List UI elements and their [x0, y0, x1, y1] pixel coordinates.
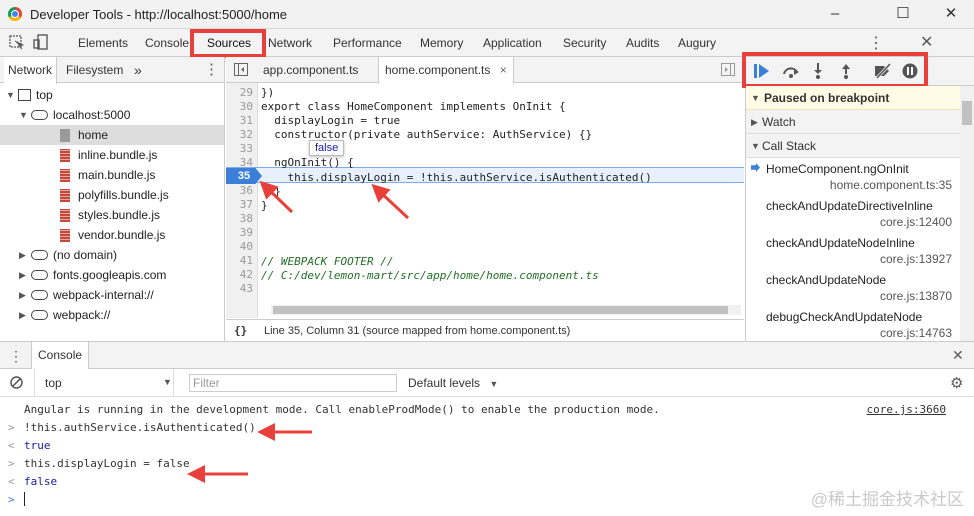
arrow-to-display-login	[371, 183, 410, 220]
annotation-arrows	[187, 180, 410, 483]
arrow-to-breakpoint	[259, 180, 294, 214]
